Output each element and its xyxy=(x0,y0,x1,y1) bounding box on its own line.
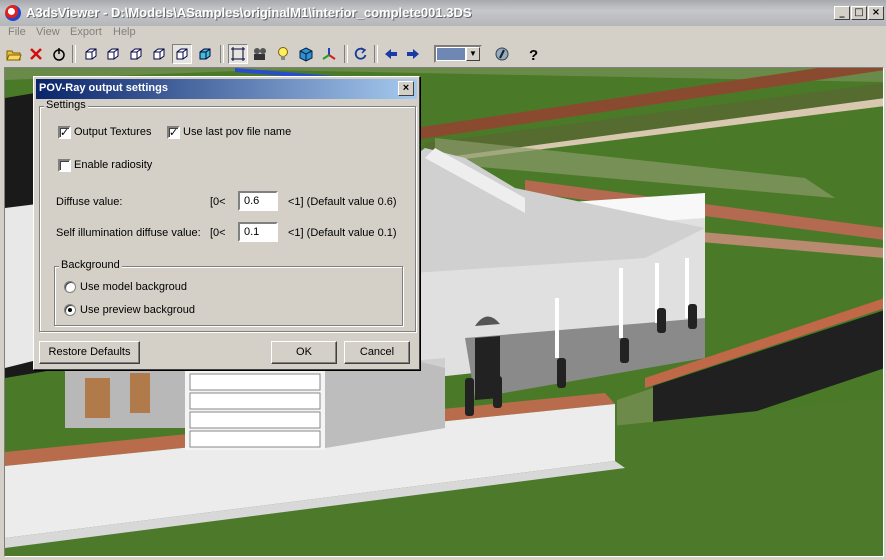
dialog-title-bar: POV-Ray output settings × xyxy=(36,79,417,99)
povray-settings-dialog: POV-Ray output settings × Settings ✓ Out… xyxy=(33,76,420,370)
film-camera-icon[interactable] xyxy=(251,45,269,63)
bulb-icon[interactable] xyxy=(274,45,292,63)
wireframe-box-icon[interactable] xyxy=(228,44,248,64)
diffuse-label: Diffuse value: xyxy=(56,196,123,208)
cancel-button[interactable]: Cancel xyxy=(344,341,410,364)
bg-preview-radio[interactable] xyxy=(64,304,76,316)
chevron-down-icon[interactable]: ▼ xyxy=(466,47,480,61)
dialog-title: POV-Ray output settings xyxy=(39,82,168,94)
menu-file[interactable]: File xyxy=(8,26,26,38)
app-window: A3dsViewer - D:\Models\ASamples\original… xyxy=(0,0,886,560)
background-group: Background Use model backgroud Use previ… xyxy=(54,259,403,326)
diffuse-prefix: [0< xyxy=(210,196,226,208)
menu-view[interactable]: View xyxy=(36,26,60,38)
open-folder-icon[interactable] xyxy=(5,45,23,63)
view-combo[interactable]: ▼ xyxy=(434,45,482,63)
window-title: A3dsViewer - D:\Models\ASamples\original… xyxy=(26,5,472,20)
arrow-left-icon[interactable] xyxy=(382,45,400,63)
diffuse-input[interactable] xyxy=(238,191,278,211)
minimize-button[interactable]: _ xyxy=(834,6,850,20)
ok-button[interactable]: OK xyxy=(271,341,337,364)
help-question-icon[interactable]: ? xyxy=(524,45,542,63)
app-icon xyxy=(5,5,21,21)
toolbar-separator xyxy=(72,45,76,63)
toolbar-separator xyxy=(344,45,348,63)
arrow-right-icon[interactable] xyxy=(404,45,422,63)
close-button[interactable]: × xyxy=(868,6,884,20)
cube-view-6-icon[interactable] xyxy=(196,45,214,63)
self-illum-prefix: [0< xyxy=(210,227,226,239)
use-last-pov-label[interactable]: Use last pov file name xyxy=(183,126,291,138)
close-x-icon[interactable] xyxy=(27,45,45,63)
svg-text:?: ? xyxy=(529,47,538,62)
output-textures-label[interactable]: Output Textures xyxy=(74,126,151,138)
bg-model-radio[interactable] xyxy=(64,281,76,293)
axis-icon[interactable] xyxy=(320,45,338,63)
self-illum-suffix: <1] (Default value 0.1) xyxy=(288,227,397,239)
toolbar-separator xyxy=(374,45,378,63)
power-icon[interactable] xyxy=(50,45,68,63)
diffuse-suffix: <1] (Default value 0.6) xyxy=(288,196,397,208)
settings-group: Settings ✓ Output Textures ✓ Use last po… xyxy=(39,99,416,332)
restore-defaults-button[interactable]: Restore Defaults xyxy=(39,341,140,364)
cube-view-3-icon[interactable] xyxy=(127,45,145,63)
enable-radiosity-label[interactable]: Enable radiosity xyxy=(74,159,152,171)
self-illum-label: Self illumination diffuse value: xyxy=(56,227,201,239)
maximize-button[interactable]: □ xyxy=(851,6,867,20)
cube-view-2-icon[interactable] xyxy=(104,45,122,63)
cube-view-4-icon[interactable] xyxy=(150,45,168,63)
menu-export[interactable]: Export xyxy=(70,26,102,38)
solid-cube-icon[interactable] xyxy=(297,45,315,63)
menu-help[interactable]: Help xyxy=(113,26,136,38)
settings-group-label: Settings xyxy=(44,99,88,111)
dialog-close-button[interactable]: × xyxy=(398,81,414,96)
output-textures-checkbox[interactable]: ✓ xyxy=(58,126,71,139)
refresh-icon[interactable] xyxy=(351,45,369,63)
cube-view-1-icon[interactable] xyxy=(82,45,100,63)
cube-view-5-icon[interactable] xyxy=(172,44,192,64)
toolbar-separator xyxy=(220,45,224,63)
use-last-pov-checkbox[interactable]: ✓ xyxy=(167,126,180,139)
title-bar: A3dsViewer - D:\Models\ASamples\original… xyxy=(0,0,886,26)
combo-selection xyxy=(437,48,465,60)
bg-preview-label[interactable]: Use preview backgroud xyxy=(80,304,195,316)
menu-bar: File View Export Help xyxy=(0,25,886,41)
background-group-label: Background xyxy=(59,259,122,271)
settings-icon[interactable] xyxy=(493,45,511,63)
bg-model-label[interactable]: Use model backgroud xyxy=(80,281,187,293)
self-illum-input[interactable] xyxy=(238,222,278,242)
enable-radiosity-checkbox[interactable] xyxy=(58,159,71,172)
